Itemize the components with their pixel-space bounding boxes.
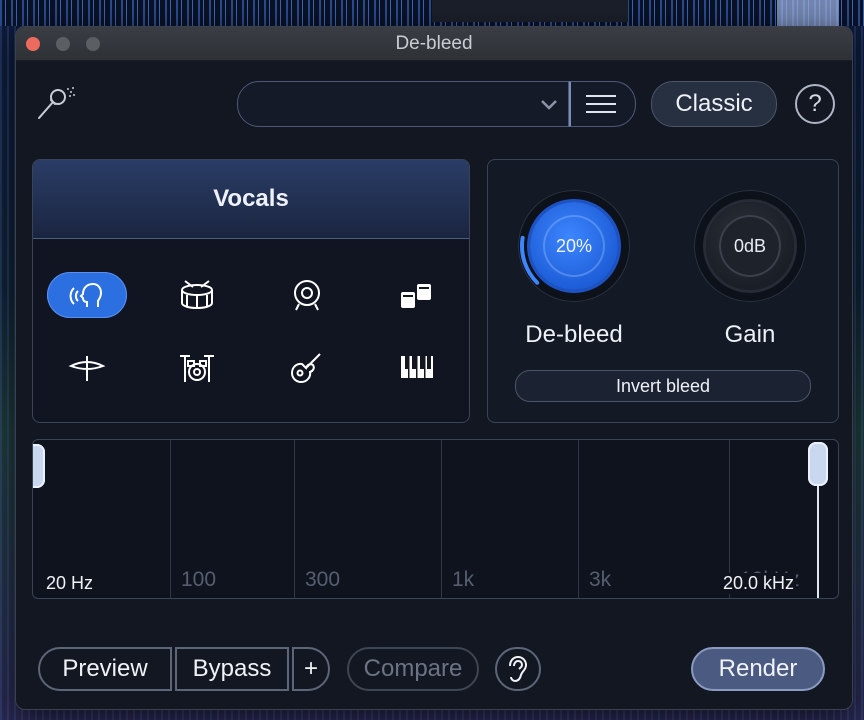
high-cut-handle[interactable]	[808, 442, 828, 486]
instrument-kick-button[interactable]	[267, 272, 347, 318]
title-bar: De-bleed	[16, 27, 852, 61]
grid-line	[578, 440, 579, 598]
debleed-value: 20%	[543, 215, 605, 277]
hamburger-line	[586, 103, 616, 105]
preset-menu-button[interactable]	[569, 81, 636, 127]
tick-label-300: 300	[305, 568, 341, 591]
high-cut-line	[817, 480, 819, 598]
controls-panel: 20% De-bleed 0dB Gain Invert bleed	[487, 159, 839, 423]
ear-icon	[509, 655, 528, 683]
low-frequency-value: 20 Hz	[46, 573, 94, 593]
tick-label-1k: 1k	[452, 568, 475, 591]
debleed-knob-cap: 20%	[530, 202, 618, 290]
instrument-drum-kit-button[interactable]	[157, 344, 237, 390]
source-title: Vocals	[213, 185, 289, 212]
tick-label-3k: 3k	[589, 568, 612, 591]
frequency-range-display[interactable]: 100 300 1k 3k 10kHz 20 Hz 20.0 kHz	[32, 439, 839, 599]
instrument-toms-button[interactable]	[377, 272, 457, 318]
render-button[interactable]: Render	[691, 647, 825, 691]
grid-line	[170, 440, 171, 598]
background-app-strip	[0, 0, 864, 26]
bypass-button[interactable]: Bypass	[175, 647, 289, 691]
help-button[interactable]: ?	[795, 84, 835, 124]
preset-dropdown[interactable]	[237, 81, 569, 127]
gain-knob-cap: 0dB	[706, 202, 794, 290]
voice-icon	[69, 282, 103, 307]
gain-knob[interactable]: 0dB	[694, 190, 806, 302]
gain-value: 0dB	[719, 215, 781, 277]
toms-icon	[401, 284, 431, 308]
chevron-down-icon	[541, 100, 557, 110]
piano-keys-icon	[401, 356, 433, 378]
tick-label-100: 100	[181, 568, 217, 591]
invert-bleed-button[interactable]: Invert bleed	[515, 370, 811, 402]
preview-button[interactable]: Preview	[38, 647, 172, 691]
cymbal-icon	[68, 356, 106, 381]
acoustic-guitar-icon	[290, 353, 321, 384]
drum-kit-icon	[180, 355, 214, 382]
kick-drum-icon	[294, 280, 320, 311]
instrument-voice-button[interactable]	[47, 272, 127, 318]
grid-line	[294, 440, 295, 598]
microphone-icon	[34, 84, 78, 124]
hamburger-icon	[586, 95, 616, 97]
instrument-piano-button[interactable]	[377, 344, 457, 390]
window-title: De-bleed	[395, 33, 473, 54]
instrument-guitar-button[interactable]	[267, 344, 347, 390]
gain-label: Gain	[724, 321, 776, 348]
debleed-knob[interactable]: 20%	[518, 190, 630, 302]
source-panel: Vocals	[32, 159, 470, 423]
source-header[interactable]: Vocals	[33, 160, 469, 239]
grid-line	[441, 440, 442, 598]
snare-drum-icon	[181, 280, 213, 310]
instrument-cymbal-button[interactable]	[47, 344, 127, 390]
compare-button[interactable]: Compare	[347, 647, 479, 691]
classic-mode-button[interactable]: Classic	[651, 81, 777, 127]
instrument-snare-button[interactable]	[157, 272, 237, 318]
hamburger-line	[586, 111, 616, 113]
high-frequency-value: 20.0 kHz	[721, 573, 797, 594]
listen-button[interactable]	[495, 647, 541, 691]
add-button[interactable]: +	[292, 647, 330, 691]
low-cut-handle[interactable]	[33, 444, 45, 488]
debleed-window: De-bleed Classic ? Vocals 20% De-bleed 0…	[15, 26, 853, 710]
debleed-label: De-bleed	[525, 321, 623, 348]
